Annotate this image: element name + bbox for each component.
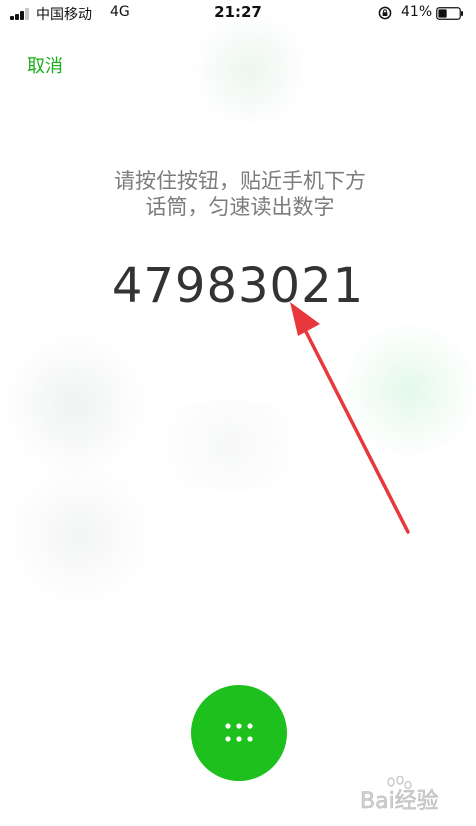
background-blob	[0, 330, 150, 480]
keypad-dots-icon	[225, 723, 253, 742]
cancel-button[interactable]: 取消	[27, 52, 63, 78]
instruction-line: 请按住按钮，贴近手机下方	[114, 169, 366, 193]
background-blob	[0, 460, 160, 610]
annotation-arrow	[290, 302, 410, 534]
rotation-lock-icon	[378, 6, 392, 20]
battery-percent: 41%	[401, 4, 433, 20]
baidu-paw-logo	[387, 776, 412, 790]
background-blob	[185, 15, 315, 125]
baidu-jingyan-watermark: Bai经验	[360, 776, 439, 814]
watermark-text: Bai经验	[360, 789, 439, 814]
battery-icon	[436, 7, 463, 20]
instruction-text: 请按住按钮，贴近手机下方 话筒，匀速读出数字	[60, 168, 420, 220]
instruction-line: 话筒，匀速读出数字	[145, 195, 335, 219]
status-bar: 中国移动 4G 21:27 41%	[0, 0, 476, 28]
